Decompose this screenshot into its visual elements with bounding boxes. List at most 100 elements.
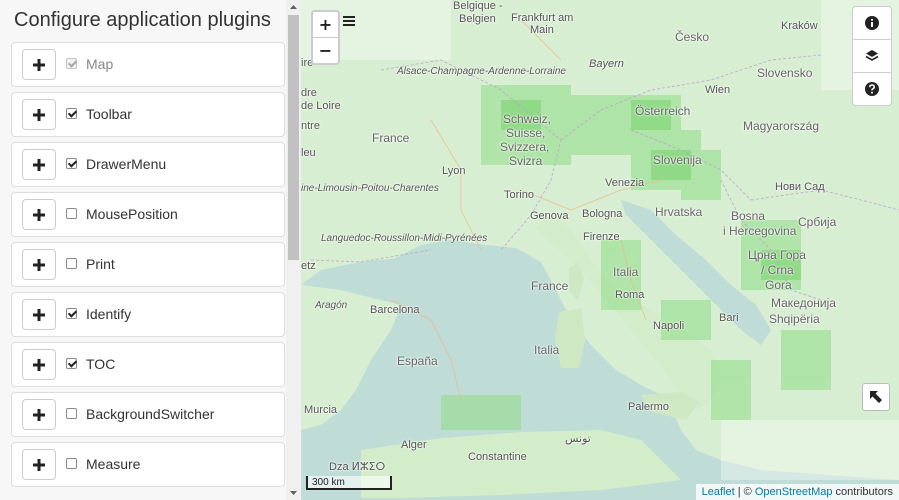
map-label: Österreich	[635, 104, 691, 118]
map-label: Languedoc-Roussillon-Midi-Pyrénées	[321, 233, 488, 244]
scroll-thumb[interactable]	[288, 15, 299, 260]
map-label: Bari	[719, 312, 739, 324]
map-label: Constantine	[468, 451, 527, 463]
plus-icon	[33, 208, 45, 221]
leaflet-link[interactable]: Leaflet	[702, 486, 735, 498]
help-button[interactable]	[853, 72, 891, 105]
info-button[interactable]	[853, 7, 891, 39]
plus-icon	[33, 458, 45, 471]
map-label: Belgique -	[453, 0, 503, 12]
map-label: Shqipëria	[769, 312, 820, 326]
map-label: Slovenija	[653, 153, 702, 167]
map-label: Venezia	[605, 177, 645, 189]
add-plugin-button[interactable]	[22, 449, 56, 480]
map-label: Roma	[615, 289, 645, 301]
map-label: / Crna	[761, 263, 794, 277]
map-label: Belgien	[459, 13, 496, 25]
scale-bar: 300 km	[306, 476, 392, 490]
plugin-checkbox[interactable]	[66, 408, 77, 419]
map-label: Suisse,	[506, 126, 546, 140]
map-label: Česko	[675, 30, 710, 44]
add-plugin-button[interactable]	[22, 99, 56, 130]
plugin-row-backgroundswitcher: BackgroundSwitcher	[11, 392, 285, 437]
layers-button[interactable]	[853, 39, 891, 72]
plugin-label: Toolbar	[86, 106, 132, 122]
plus-icon	[33, 108, 45, 121]
scroll-up-arrow-icon[interactable]	[286, 0, 301, 14]
hamburger-icon[interactable]	[343, 14, 355, 32]
map-label: Македонија	[771, 296, 836, 310]
plus-icon	[33, 308, 45, 321]
plugin-row-mouseposition: MousePosition	[11, 192, 285, 237]
map-attribution: Leaflet | © OpenStreetMap contributors	[695, 484, 899, 500]
plugin-row-toolbar: Toolbar	[11, 92, 285, 137]
background-switcher-button[interactable]	[862, 383, 890, 411]
map-label: ntre	[301, 120, 320, 132]
plugin-row-measure: Measure	[11, 442, 285, 487]
plugin-checkbox[interactable]	[66, 108, 77, 119]
map-label: Србија	[798, 215, 837, 229]
plus-icon	[33, 258, 45, 271]
map-label: Main	[530, 24, 554, 36]
map-label: i Hercegovina	[723, 224, 797, 238]
layers-icon	[865, 50, 879, 61]
map-label: Murcia	[304, 404, 338, 416]
add-plugin-button[interactable]	[22, 349, 56, 380]
map-tools	[852, 6, 892, 106]
map-label: leu	[301, 147, 316, 159]
plugin-row-toc: TOC	[11, 342, 285, 387]
zoom-in-button[interactable]: +	[313, 12, 338, 37]
zoom-out-button[interactable]: −	[313, 37, 338, 63]
map-label: de Loire	[301, 100, 341, 112]
map-label: France	[531, 279, 569, 293]
map-label: Alsace-Champagne-Ardenne-Lorraine	[397, 66, 566, 77]
scroll-down-arrow-icon[interactable]	[286, 486, 301, 500]
map-label: Lyon	[442, 165, 466, 177]
map-label: España	[397, 354, 438, 368]
map-label: Bayern	[589, 58, 624, 70]
add-plugin-button[interactable]	[22, 49, 56, 80]
map-label: Svizzera,	[500, 140, 550, 154]
plugin-checkbox[interactable]	[66, 458, 77, 469]
plugin-checkbox[interactable]	[66, 258, 77, 269]
map-label: Kraków	[781, 20, 818, 32]
plugin-config-panel: Configure application plugins Map Toolba…	[0, 0, 302, 500]
add-plugin-button[interactable]	[22, 399, 56, 430]
map-view[interactable]: Belgique - Belgien Frankfurt am Main Čes…	[301, 0, 899, 500]
plus-icon	[33, 158, 45, 171]
add-plugin-button[interactable]	[22, 249, 56, 280]
map-label: Torino	[504, 189, 534, 201]
map-label: Alger	[401, 439, 427, 451]
info-icon	[865, 16, 879, 30]
plugin-row-identify: Identify	[11, 292, 285, 337]
panel-scrollbar[interactable]	[286, 0, 301, 500]
map-label: Schweiz,	[503, 112, 552, 126]
map-label: Italia	[613, 265, 639, 279]
map-label: Slovensko	[757, 66, 813, 80]
map-label: Frankfurt am	[511, 12, 574, 24]
plugin-checkbox	[66, 58, 77, 69]
plugin-checkbox[interactable]	[66, 358, 77, 369]
plugin-label: Map	[86, 56, 114, 72]
add-plugin-button[interactable]	[22, 299, 56, 330]
map-label: France	[372, 131, 410, 145]
plugin-label: DrawerMenu	[86, 156, 167, 172]
plus-icon	[33, 408, 45, 421]
map-label: Palermo	[628, 401, 669, 413]
map-label: Нови Сад	[775, 181, 825, 193]
plugin-checkbox[interactable]	[66, 208, 77, 219]
plugin-checkbox[interactable]	[66, 158, 77, 169]
plugin-checkbox[interactable]	[66, 308, 77, 319]
map-label: Hrvatska	[655, 205, 703, 219]
add-plugin-button[interactable]	[22, 149, 56, 180]
plugin-label: MousePosition	[86, 206, 178, 222]
openstreetmap-link[interactable]: OpenStreetMap	[755, 486, 833, 498]
map-label: Dza ⵍⵣⵉⵔ	[329, 461, 386, 473]
add-plugin-button[interactable]	[22, 199, 56, 230]
map-label: Napoli	[653, 320, 685, 332]
map-label: Svizra	[509, 154, 543, 168]
plugin-label: BackgroundSwitcher	[86, 406, 215, 422]
help-icon	[865, 82, 879, 96]
zoom-control: + −	[311, 10, 340, 65]
map-label: Bosna	[731, 209, 766, 223]
